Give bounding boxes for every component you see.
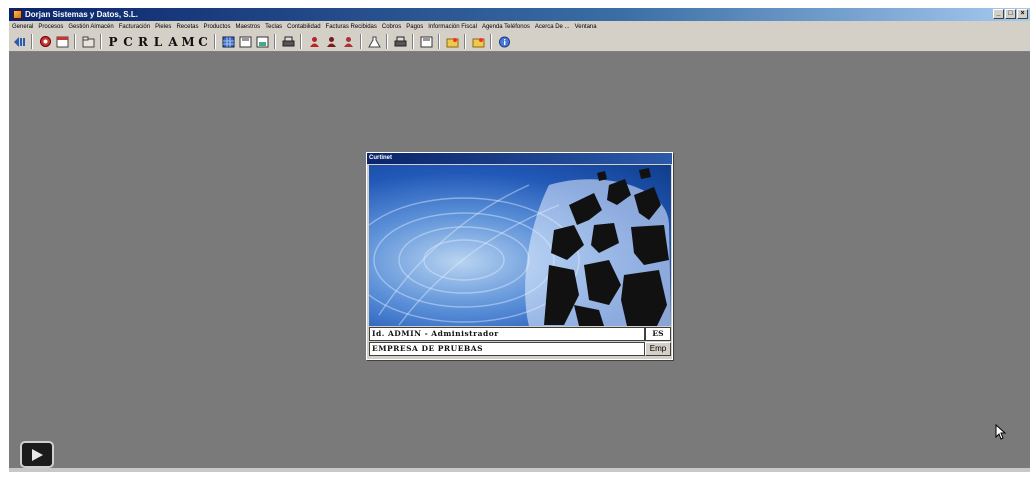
toolbar-separator [31,34,33,49]
emp-button[interactable]: Emp [645,342,671,356]
menu-procesos[interactable]: Procesos [38,24,63,30]
window-icon[interactable] [55,35,69,49]
minimize-button[interactable]: _ [993,9,1004,19]
menu-facturacion[interactable]: Facturación [119,24,150,30]
company-field: EMPRESA DE PRUEBAS [369,342,645,356]
person-icon[interactable] [341,35,355,49]
toolbar-letter-a[interactable]: A [167,35,179,49]
toolbar-letter-c2[interactable]: C [197,35,209,49]
toolbar-separator [490,34,492,49]
app-icon [13,10,22,19]
menu-teclas[interactable]: Teclas [265,24,282,30]
toolbar-letter-l[interactable]: L [152,35,164,49]
menu-gestion-almacen[interactable]: Gestión Almacén [68,24,113,30]
toolbar-separator [214,34,216,49]
folder-icon[interactable] [81,35,95,49]
menu-bar: General Procesos Gestión Almacén Factura… [9,21,1030,32]
save-icon[interactable] [419,35,433,49]
toolbar-separator [360,34,362,49]
folder-open-icon[interactable] [445,35,459,49]
dialog-title: Curtinet [367,153,672,164]
cursor-icon [995,423,1007,445]
printer-icon[interactable] [281,35,295,49]
toolbar-letter-r[interactable]: R [137,35,149,49]
menu-recetas[interactable]: Recetas [176,24,198,30]
person-icon[interactable] [307,35,321,49]
menu-pieles[interactable]: Pieles [155,24,171,30]
menu-general[interactable]: General [12,24,33,30]
window-title: Dorjan Sistemas y Datos, S.L. [25,10,138,19]
menu-informacion-fiscal[interactable]: Información Fiscal [428,24,477,30]
window-controls: _ □ × [993,9,1028,19]
menu-agenda-telefonos[interactable]: Agenda Teléfonos [482,24,530,30]
folder-open-icon[interactable] [471,35,485,49]
play-button[interactable] [20,441,54,468]
user-field: Id. ADMIN - Administrador [369,327,645,341]
title-bar: Dorjan Sistemas y Datos, S.L. _ □ × [9,8,1030,21]
grid-icon[interactable] [221,35,235,49]
menu-ventana[interactable]: Ventana [575,24,597,30]
toolbar-letter-m[interactable]: M [181,35,194,49]
toolbar-separator [464,34,466,49]
login-dialog: Curtinet Id. ADMIN - Administrador ES EM… [366,152,673,360]
toolbar-letter-c[interactable]: C [122,35,134,49]
maximize-button[interactable]: □ [1005,9,1016,19]
menu-productos[interactable]: Productos [203,24,230,30]
user-row: Id. ADMIN - Administrador ES [369,327,671,341]
tools-icon[interactable] [38,35,52,49]
toolbar-separator [100,34,102,49]
flask-icon[interactable] [367,35,381,49]
splash-image [369,165,671,326]
info-icon[interactable] [497,35,511,49]
toolbar: P C R L A M C [9,32,1030,52]
toolbar-separator [412,34,414,49]
toolbar-separator [300,34,302,49]
menu-contabilidad[interactable]: Contabilidad [287,24,320,30]
menu-acerca-de[interactable]: Acerca De ... [535,24,570,30]
toolbar-separator [386,34,388,49]
language-field[interactable]: ES [645,327,671,341]
menu-maestros[interactable]: Maestros [235,24,260,30]
status-bar [9,468,1030,472]
printer-icon[interactable] [393,35,407,49]
toolbar-separator [74,34,76,49]
toolbar-letter-p[interactable]: P [107,35,119,49]
close-button[interactable]: × [1017,9,1028,19]
person-icon[interactable] [324,35,338,49]
save-icon[interactable] [255,35,269,49]
toolbar-separator [438,34,440,49]
back-icon[interactable] [12,35,26,49]
menu-pagos[interactable]: Pagos [406,24,423,30]
company-row: EMPRESA DE PRUEBAS Emp [369,342,671,356]
menu-cobros[interactable]: Cobros [382,24,401,30]
toolbar-separator [274,34,276,49]
play-icon [32,448,43,461]
save-icon[interactable] [238,35,252,49]
menu-facturas-recibidas[interactable]: Facturas Recibidas [326,24,377,30]
